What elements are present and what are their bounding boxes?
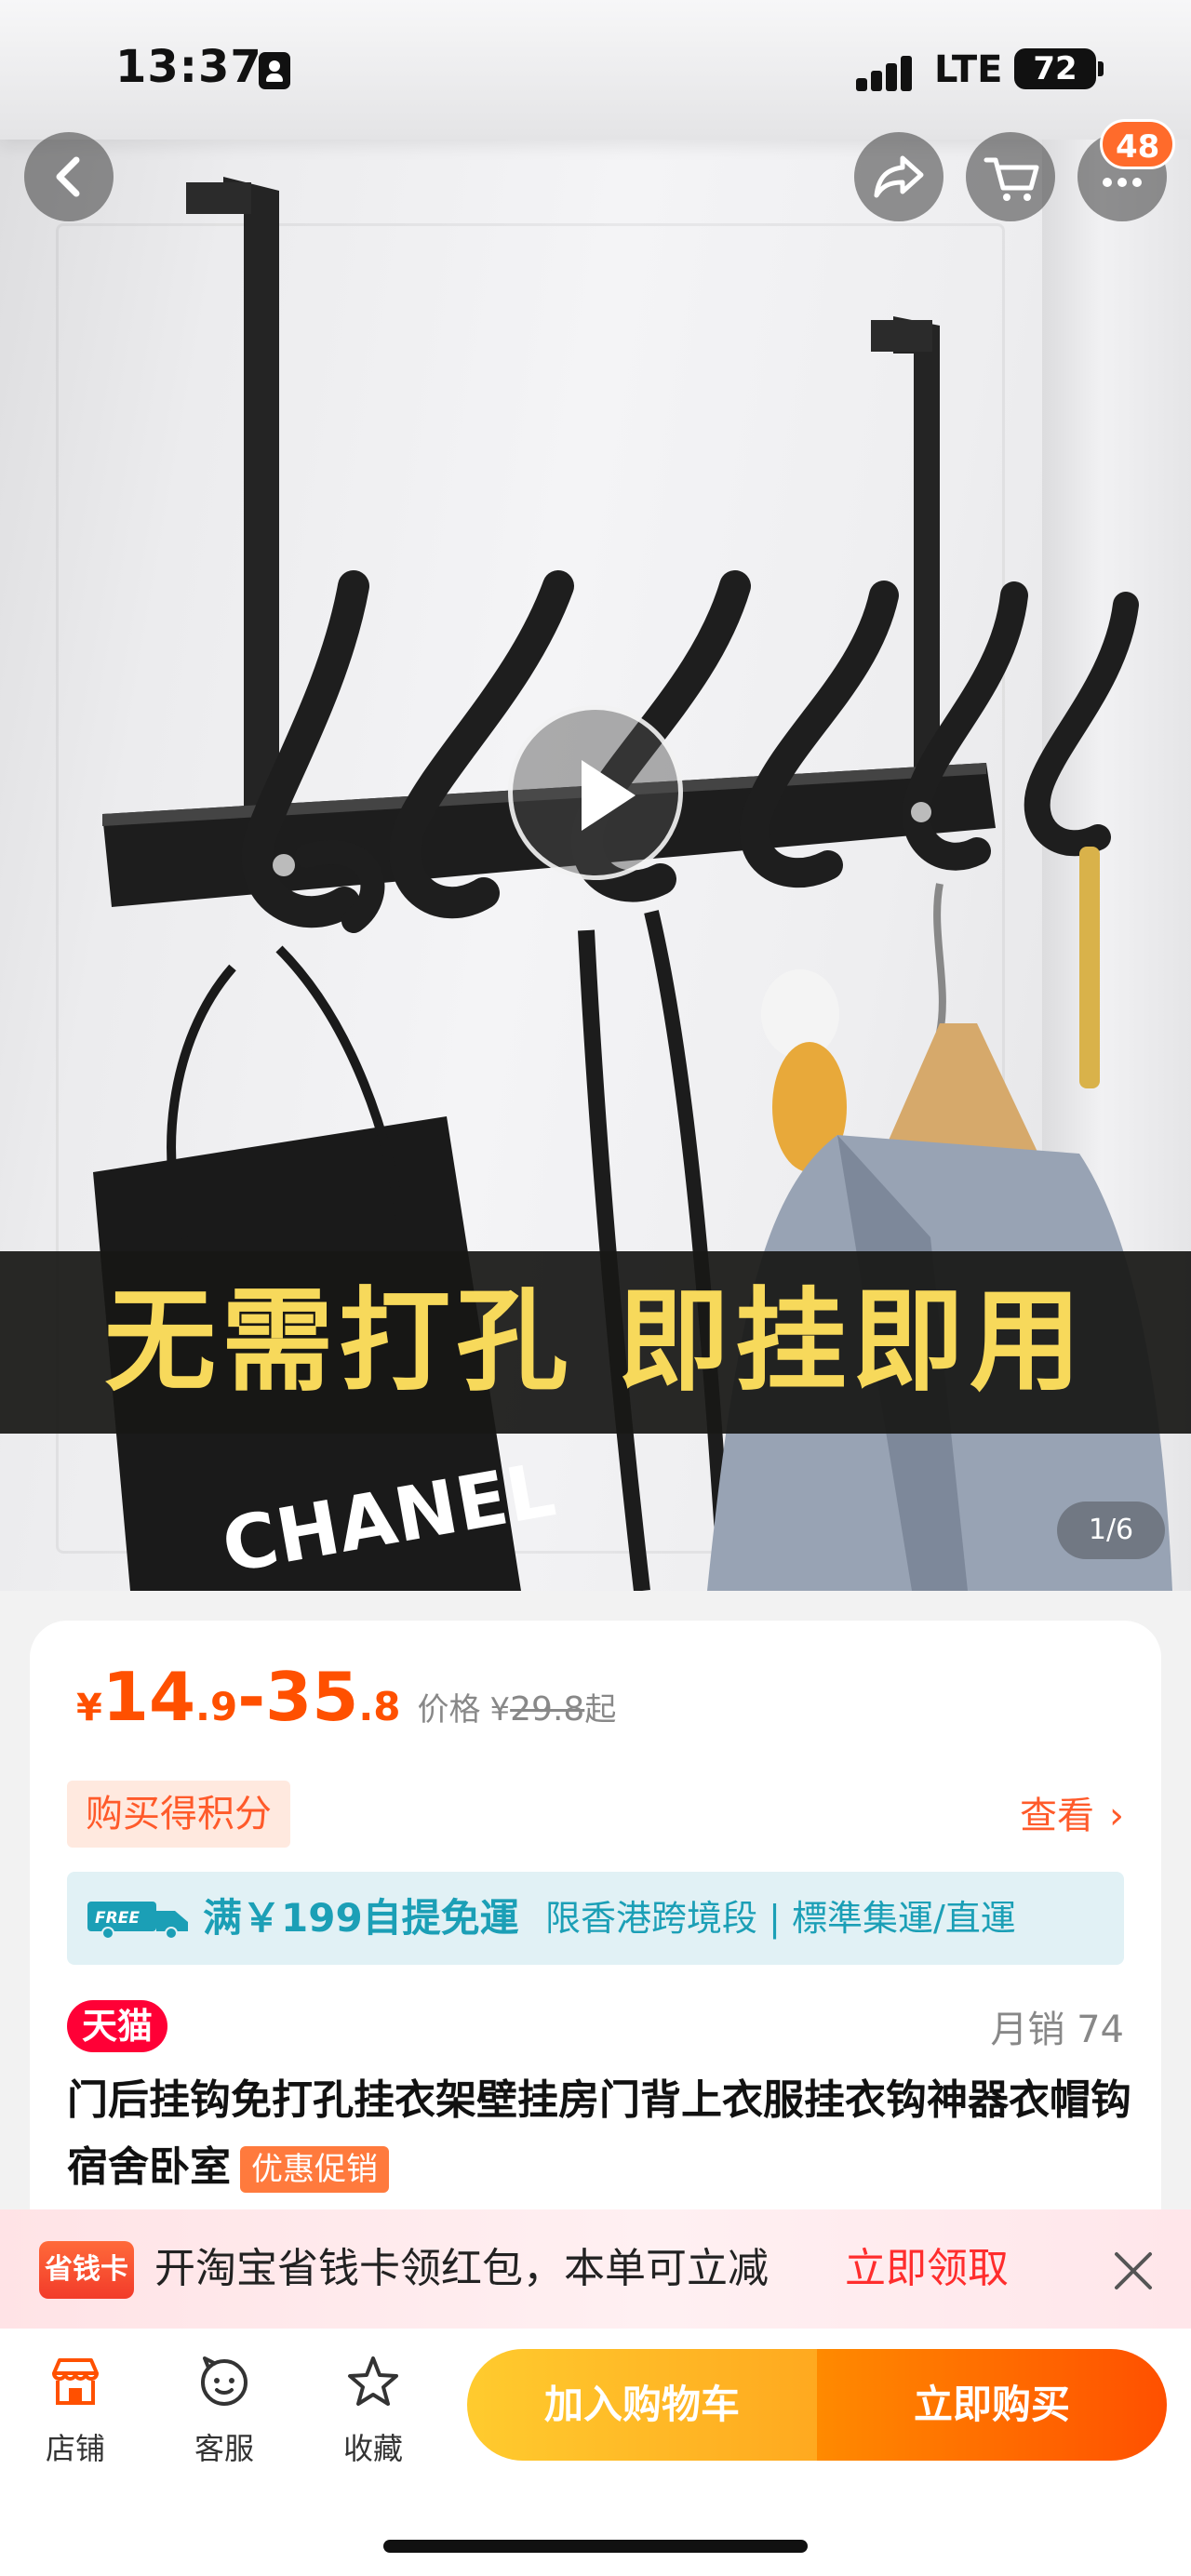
service-label: 客服 xyxy=(194,2431,254,2466)
price-currency: ¥ xyxy=(76,1687,102,1729)
original-price-currency: ¥ xyxy=(489,1691,511,1728)
star-icon xyxy=(348,2356,398,2406)
claim-now-link[interactable]: 立即领取 xyxy=(845,2209,1009,2329)
battery-cap xyxy=(1098,61,1104,76)
promo-banner: 无需打孔 即挂即用 xyxy=(0,1251,1191,1434)
battery-icon: 72 xyxy=(1014,48,1096,89)
price-high-int: 35 xyxy=(265,1658,359,1736)
gallery-page-indicator: 1/6 xyxy=(1057,1502,1165,1559)
person-icon xyxy=(259,52,290,89)
share-button[interactable] xyxy=(854,132,943,221)
savings-card-text: 开淘宝省钱卡领红包，本单可立减 xyxy=(154,2245,769,2292)
home-indicator[interactable] xyxy=(383,2540,808,2553)
product-title: 门后挂钩免打孔挂衣架壁挂房门背上衣服挂衣钩神器衣帽钩宿舍卧室 优惠促销 xyxy=(67,2067,1137,2201)
chevron-left-icon xyxy=(56,156,80,197)
view-link-label: 查看 xyxy=(1020,1795,1094,1837)
chevron-right-icon: › xyxy=(1109,1795,1124,1837)
play-video-button[interactable] xyxy=(508,705,683,880)
price-low-int: 14 xyxy=(101,1658,196,1736)
signal-icon xyxy=(856,54,921,91)
service-icon xyxy=(201,2356,248,2406)
add-to-cart-button[interactable]: 加入购物车 xyxy=(467,2349,817,2461)
savings-card-logo: 省钱卡 xyxy=(39,2241,134,2299)
svg-text:FREE: FREE xyxy=(95,1909,140,1928)
points-tag: 购买得积分 xyxy=(67,1781,290,1848)
close-icon[interactable] xyxy=(1107,2245,1159,2297)
product-detail-page: CHANEL 无需打孔 即挂即用 1/6 13:37 LTE 72 48 ¥14… xyxy=(0,0,1191,2576)
promo-tag: 优惠促销 xyxy=(240,2146,389,2193)
price-low-dec: .9 xyxy=(195,1684,238,1729)
shipping-detail-text: 限香港跨境段 | 標準集運/直運 xyxy=(545,1898,1016,1939)
original-price: 29.8 xyxy=(510,1690,585,1728)
monthly-sales: 月销 74 xyxy=(990,2009,1124,2051)
buy-now-button[interactable]: 立即购买 xyxy=(817,2349,1167,2461)
price-dash: - xyxy=(237,1658,266,1736)
favorite-label: 收藏 xyxy=(342,2431,403,2466)
shipping-promo-bar[interactable]: FREE 满￥199自提免運 限香港跨境段 | 標準集運/直運 xyxy=(67,1872,1124,1965)
store-button[interactable]: 店铺 xyxy=(24,2351,127,2490)
savings-card-bar[interactable]: 省钱卡 开淘宝省钱卡领红包，本单可立减 立即领取 xyxy=(0,2209,1191,2329)
view-points-link[interactable]: 查看 › xyxy=(1020,1786,1124,1846)
free-shipping-truck-icon: FREE xyxy=(87,1902,188,1939)
store-label: 店铺 xyxy=(45,2431,105,2466)
status-time: 13:37 xyxy=(115,41,262,93)
original-price-suffix: 起 xyxy=(584,1691,617,1728)
store-icon xyxy=(52,2358,99,2405)
product-title-text: 门后挂钩免打孔挂衣架壁挂房门背上衣服挂衣钩神器衣帽钩宿舍卧室 xyxy=(67,2076,1131,2191)
cart-count-badge: 48 xyxy=(1100,119,1176,169)
cart-button[interactable] xyxy=(966,132,1055,221)
shipping-main-text: 满￥199自提免運 xyxy=(203,1895,519,1941)
product-gallery[interactable]: CHANEL 无需打孔 即挂即用 1/6 xyxy=(0,0,1191,1591)
share-icon xyxy=(874,155,924,198)
price-row: ¥14.9-35.8 价格 ¥29.8起 xyxy=(76,1658,1100,1742)
back-button[interactable] xyxy=(24,132,114,221)
price-high-dec: .8 xyxy=(358,1684,401,1729)
banner-text: 无需打孔 即挂即用 xyxy=(104,1277,1087,1407)
status-bar: 13:37 LTE 72 xyxy=(0,0,1191,140)
network-type: LTE xyxy=(934,48,1003,91)
customer-service-button[interactable]: 客服 xyxy=(173,2351,275,2490)
favorite-button[interactable]: 收藏 xyxy=(322,2351,424,2490)
tmall-badge: 天猫 xyxy=(67,2000,168,2052)
cart-icon xyxy=(984,157,1039,201)
price-label: 价格 xyxy=(417,1691,481,1728)
